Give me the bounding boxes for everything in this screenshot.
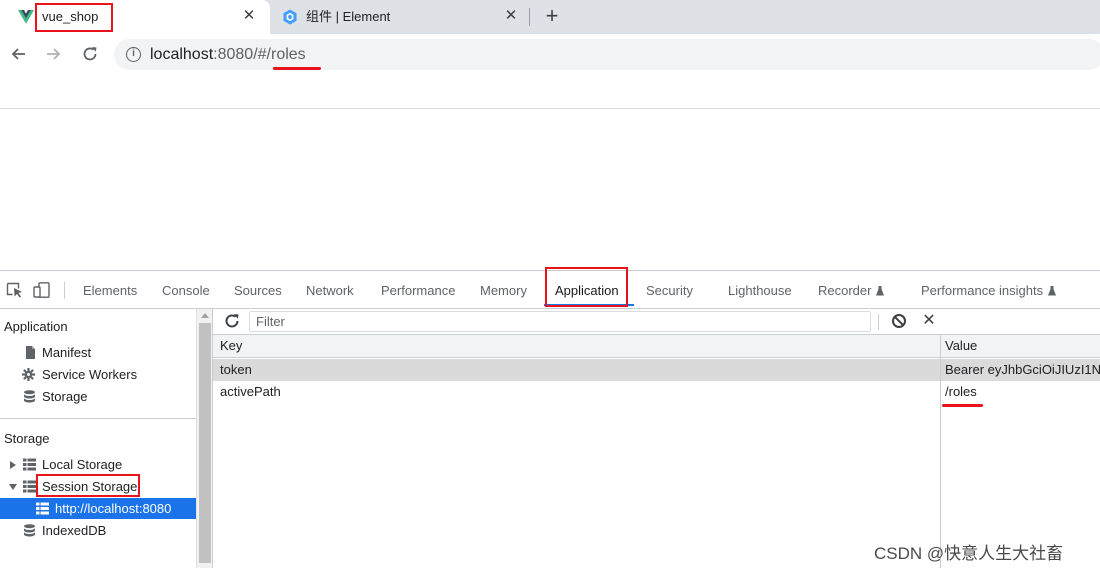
url-host: localhost xyxy=(150,46,214,63)
tab-sources[interactable]: Sources xyxy=(234,283,282,298)
filter-input[interactable] xyxy=(249,311,871,332)
table-header: Key Value xyxy=(213,335,1100,358)
tab-recorder-label: Recorder xyxy=(818,283,872,298)
delete-selected-icon[interactable]: ✕ xyxy=(921,312,937,330)
browser-toolbar: i localhost:8080/#/roles xyxy=(0,34,1100,74)
table-grid-icon xyxy=(23,458,36,471)
tab-performance-insights[interactable]: Performance insights xyxy=(921,283,1057,298)
database-icon xyxy=(24,390,35,403)
scroll-up-arrow-icon[interactable] xyxy=(201,313,209,318)
tab-security[interactable]: Security xyxy=(646,283,693,298)
sidebar-item-label: Storage xyxy=(42,389,88,404)
storage-toolbar: ✕ xyxy=(213,309,1100,335)
sidebar-header-storage: Storage xyxy=(4,431,50,446)
tab-title: vue_shop xyxy=(42,9,99,24)
sidebar-item-session-origin[interactable]: http://localhost:8080 xyxy=(0,498,196,519)
row-key: activePath xyxy=(220,384,281,399)
sidebar-item-label: Local Storage xyxy=(42,457,123,472)
vue-logo-icon xyxy=(18,10,34,24)
site-info-icon[interactable]: i xyxy=(126,47,141,62)
tab-elements[interactable]: Elements xyxy=(83,283,137,298)
device-toolbar-icon[interactable] xyxy=(33,282,51,298)
collapse-arrow-icon[interactable] xyxy=(9,484,17,490)
experiment-flask-icon xyxy=(1048,286,1057,296)
new-tab-button[interactable]: + xyxy=(540,4,564,28)
tab-title: 组件 | Element xyxy=(306,9,391,24)
sidebar-item-label: Service Workers xyxy=(42,367,138,382)
close-tab-icon[interactable]: ✕ xyxy=(240,7,258,25)
column-divider[interactable] xyxy=(940,335,941,568)
table-row[interactable]: activePath /roles xyxy=(213,381,1100,403)
row-key: token xyxy=(220,362,252,377)
sidebar-item-storage[interactable]: Storage xyxy=(0,386,196,407)
document-icon xyxy=(26,346,35,359)
tab-lighthouse[interactable]: Lighthouse xyxy=(728,283,792,298)
sidebar-item-label: http://localhost:8080 xyxy=(55,501,172,516)
scrollbar-thumb[interactable] xyxy=(199,323,211,563)
browser-tab-element[interactable]: 组件 | Element ✕ xyxy=(270,0,528,34)
element-logo-icon xyxy=(283,9,297,25)
database-icon xyxy=(24,524,35,537)
experiment-flask-icon xyxy=(876,286,885,296)
sidebar-divider xyxy=(0,418,196,419)
browser-tab-strip: vue_shop ✕ 组件 | Element ✕ + xyxy=(0,0,1100,34)
watermark: CSDN @快意人生大社畜 xyxy=(874,544,1064,563)
devtools-panel: Elements Console Sources Network Perform… xyxy=(0,270,1100,568)
sidebar-item-label: IndexedDB xyxy=(42,523,107,538)
sidebar-item-label: Manifest xyxy=(42,345,92,360)
url-text: localhost:8080/#/roles xyxy=(150,46,306,64)
page-viewport-divider xyxy=(0,108,1100,109)
inspect-element-icon[interactable] xyxy=(6,282,24,298)
forward-arrow-icon[interactable] xyxy=(42,42,66,66)
expand-arrow-icon[interactable] xyxy=(10,461,16,469)
sidebar-item-local-storage[interactable]: Local Storage xyxy=(0,454,196,475)
table-grid-icon xyxy=(23,480,36,493)
refresh-icon[interactable] xyxy=(223,312,241,330)
tab-performance[interactable]: Performance xyxy=(381,283,455,298)
storage-view: ✕ Key Value token Bearer eyJhbGciOiJIUzI… xyxy=(213,309,1100,568)
column-header-value[interactable]: Value xyxy=(945,335,1100,357)
table-row[interactable]: token Bearer eyJhbGciOiJIUzI1NiI xyxy=(213,359,1100,381)
devtools-tab-bar: Elements Console Sources Network Perform… xyxy=(0,271,1100,309)
storage-table: Key Value token Bearer eyJhbGciOiJIUzI1N… xyxy=(213,335,1100,568)
tab-console[interactable]: Console xyxy=(162,283,210,298)
tab-performance-insights-label: Performance insights xyxy=(921,283,1044,298)
tab-recorder[interactable]: Recorder xyxy=(818,283,885,298)
tab-memory[interactable]: Memory xyxy=(480,283,527,298)
column-header-key[interactable]: Key xyxy=(220,335,935,357)
toolbar-divider xyxy=(878,314,879,330)
gear-icon xyxy=(22,368,35,381)
tab-application[interactable]: Application xyxy=(555,283,619,298)
clear-all-icon[interactable] xyxy=(891,313,907,329)
application-sidebar: Application Manifest Service Workers Sto… xyxy=(0,309,196,568)
close-tab-icon[interactable]: ✕ xyxy=(502,7,520,25)
sidebar-item-service-workers[interactable]: Service Workers xyxy=(0,364,196,385)
row-value: Bearer eyJhbGciOiJIUzI1NiI xyxy=(945,362,1100,377)
table-grid-icon xyxy=(36,502,49,515)
toolbar-divider xyxy=(64,282,65,299)
back-arrow-icon[interactable] xyxy=(6,42,30,66)
tab-network[interactable]: Network xyxy=(306,283,354,298)
sidebar-scrollbar[interactable] xyxy=(196,309,213,568)
row-value: /roles xyxy=(945,384,977,399)
reload-icon[interactable] xyxy=(78,42,102,66)
address-bar[interactable]: i localhost:8080/#/roles xyxy=(114,39,1100,70)
sidebar-item-session-storage[interactable]: Session Storage xyxy=(0,476,196,497)
tab-separator xyxy=(529,8,530,26)
selected-tab-indicator xyxy=(544,304,634,306)
browser-tab-vue-shop[interactable]: vue_shop ✕ xyxy=(0,0,270,34)
url-path: :8080/#/roles xyxy=(213,46,306,63)
sidebar-item-manifest[interactable]: Manifest xyxy=(0,342,196,363)
sidebar-item-label: Session Storage xyxy=(42,479,138,494)
sidebar-item-indexeddb[interactable]: IndexedDB xyxy=(0,520,196,541)
sidebar-header-application: Application xyxy=(4,319,68,334)
